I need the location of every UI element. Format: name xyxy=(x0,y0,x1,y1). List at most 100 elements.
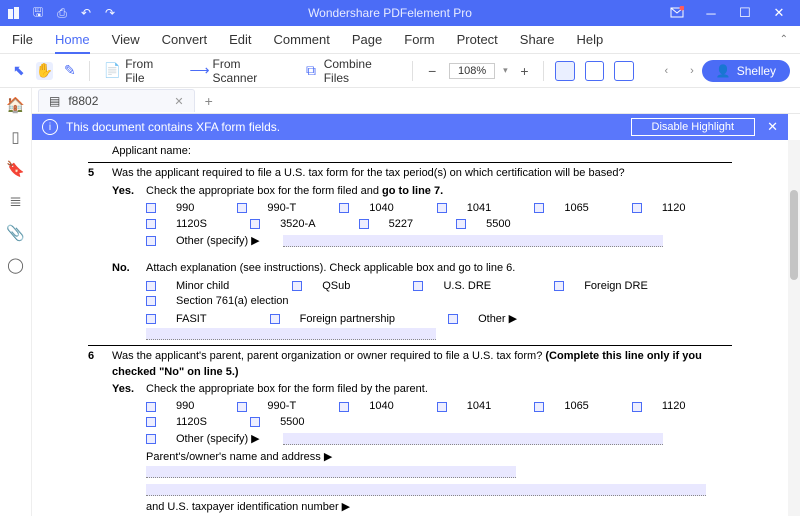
menu-share[interactable]: Share xyxy=(520,32,555,47)
info-bar: i This document contains XFA form fields… xyxy=(32,114,788,140)
tab-label: f8802 xyxy=(68,94,98,108)
other-6-field[interactable] xyxy=(283,433,663,445)
checkbox-usdre[interactable] xyxy=(413,281,423,291)
menu-edit[interactable]: Edit xyxy=(229,32,251,47)
hand-tool-icon[interactable]: ✋ xyxy=(36,62,54,80)
disable-highlight-button[interactable]: Disable Highlight xyxy=(631,118,756,136)
from-file-icon: 📄 xyxy=(104,62,122,80)
checkbox-3520a[interactable] xyxy=(250,219,260,229)
checkbox-other-5[interactable] xyxy=(146,236,156,246)
menu-home[interactable]: Home xyxy=(55,32,90,54)
menu-collapse-icon[interactable]: ⌃ xyxy=(780,34,788,45)
checkbox-6-1040[interactable] xyxy=(339,402,349,412)
checkbox-6-1065[interactable] xyxy=(534,402,544,412)
applicant-name-label: Applicant name: xyxy=(88,144,732,159)
checkbox-5227[interactable] xyxy=(359,219,369,229)
checkbox-6-990[interactable] xyxy=(146,402,156,412)
zoom-value[interactable]: 108% xyxy=(449,63,495,79)
undo-icon[interactable]: ↶ xyxy=(78,5,94,21)
combine-icon: ⧉ xyxy=(302,62,320,80)
comment-icon[interactable]: ◯ xyxy=(7,256,25,274)
from-scanner-icon: ⟶ xyxy=(191,62,209,80)
page-layout-single-icon[interactable] xyxy=(555,61,575,81)
next-page-button[interactable]: › xyxy=(690,65,694,77)
tab-doc-icon: ▤ xyxy=(49,94,60,108)
layers-icon[interactable]: ≣ xyxy=(7,192,25,210)
page-layout-facing-icon[interactable] xyxy=(614,61,634,81)
pdf-page: Applicant name: 5 Was the applicant requ… xyxy=(32,140,788,516)
line-5-number: 5 xyxy=(88,166,112,181)
document-viewport[interactable]: Applicant name: 5 Was the applicant requ… xyxy=(32,140,788,516)
checkbox-990[interactable] xyxy=(146,203,156,213)
other-field-5[interactable] xyxy=(283,235,663,247)
parent-name-field[interactable] xyxy=(146,466,516,478)
menu-protect[interactable]: Protect xyxy=(457,32,498,47)
sidebar: 🏠 ▯ 🔖 ≣ 📎 ◯ xyxy=(0,88,32,516)
checkbox-6-1041[interactable] xyxy=(437,402,447,412)
menu-convert[interactable]: Convert xyxy=(162,32,208,47)
save-icon[interactable]: 🖫 xyxy=(30,5,46,21)
checkbox-990t[interactable] xyxy=(237,203,247,213)
attachment-icon[interactable]: 📎 xyxy=(7,224,25,242)
prev-page-button[interactable]: ‹ xyxy=(665,65,669,77)
maximize-button[interactable]: ☐ xyxy=(730,0,760,26)
checkbox-fasit[interactable] xyxy=(146,314,156,324)
checkbox-other-no[interactable] xyxy=(448,314,458,324)
checkbox-6-1120s[interactable] xyxy=(146,417,156,427)
parent-name-field-2[interactable] xyxy=(146,484,706,496)
document-tab[interactable]: ▤ f8802 ✕ xyxy=(38,89,195,112)
notification-icon[interactable] xyxy=(662,0,692,26)
menu-view[interactable]: View xyxy=(112,32,140,47)
checkbox-minor[interactable] xyxy=(146,281,156,291)
line-6-number: 6 xyxy=(88,349,112,364)
checkbox-1120[interactable] xyxy=(632,203,642,213)
info-icon: i xyxy=(42,119,58,135)
bookmark-icon[interactable]: 🔖 xyxy=(7,160,25,178)
menu-bar: File Home View Convert Edit Comment Page… xyxy=(0,26,800,54)
minimize-button[interactable]: ─ xyxy=(696,0,726,26)
info-message: This document contains XFA form fields. xyxy=(66,120,631,134)
checkbox-1065[interactable] xyxy=(534,203,544,213)
user-button[interactable]: 👤Shelley xyxy=(702,60,790,82)
checkbox-6-5500[interactable] xyxy=(250,417,260,427)
checkbox-761[interactable] xyxy=(146,296,156,306)
checkbox-6-990t[interactable] xyxy=(237,402,247,412)
checkbox-6-other[interactable] xyxy=(146,434,156,444)
thumbnail-icon[interactable]: ▯ xyxy=(7,128,25,146)
combine-files-button[interactable]: ⧉Combine Files xyxy=(298,55,402,87)
checkbox-6-1120[interactable] xyxy=(632,402,642,412)
pointer-tool-icon[interactable]: ⬉ xyxy=(10,62,28,80)
redo-icon[interactable]: ↷ xyxy=(102,5,118,21)
scrollbar-thumb[interactable] xyxy=(790,190,798,280)
from-scanner-button[interactable]: ⟶From Scanner xyxy=(187,55,291,87)
menu-file[interactable]: File xyxy=(12,32,33,47)
checkbox-1040[interactable] xyxy=(339,203,349,213)
checkbox-fdre[interactable] xyxy=(554,281,564,291)
zoom-out-button[interactable]: − xyxy=(423,62,441,80)
print-icon[interactable]: ⎙ xyxy=(54,5,70,21)
zoom-in-button[interactable]: + xyxy=(516,62,534,80)
menu-page[interactable]: Page xyxy=(352,32,382,47)
line-5-question: Was the applicant required to file a U.S… xyxy=(112,166,732,181)
checkbox-fpart[interactable] xyxy=(270,314,280,324)
scrollbar[interactable] xyxy=(788,140,800,516)
tab-close-icon[interactable]: ✕ xyxy=(174,95,183,108)
checkbox-1041[interactable] xyxy=(437,203,447,213)
window-title: Wondershare PDFelement Pro xyxy=(118,6,662,20)
menu-form[interactable]: Form xyxy=(404,32,434,47)
new-tab-button[interactable]: + xyxy=(205,93,213,109)
home-icon[interactable]: 🏠 xyxy=(7,96,25,114)
zoom-dropdown-icon[interactable]: ▾ xyxy=(503,65,508,76)
edit-tool-icon[interactable]: ✎ xyxy=(61,62,79,80)
checkbox-5500[interactable] xyxy=(456,219,466,229)
menu-help[interactable]: Help xyxy=(577,32,604,47)
info-close-icon[interactable]: ✕ xyxy=(767,119,778,135)
other-no-field[interactable] xyxy=(146,328,436,340)
app-logo-icon xyxy=(6,5,22,21)
checkbox-qsub[interactable] xyxy=(292,281,302,291)
close-button[interactable]: ✕ xyxy=(764,0,794,26)
page-layout-continuous-icon[interactable] xyxy=(585,61,605,81)
from-file-button[interactable]: 📄From File xyxy=(100,55,179,87)
checkbox-1120s[interactable] xyxy=(146,219,156,229)
menu-comment[interactable]: Comment xyxy=(274,32,330,47)
